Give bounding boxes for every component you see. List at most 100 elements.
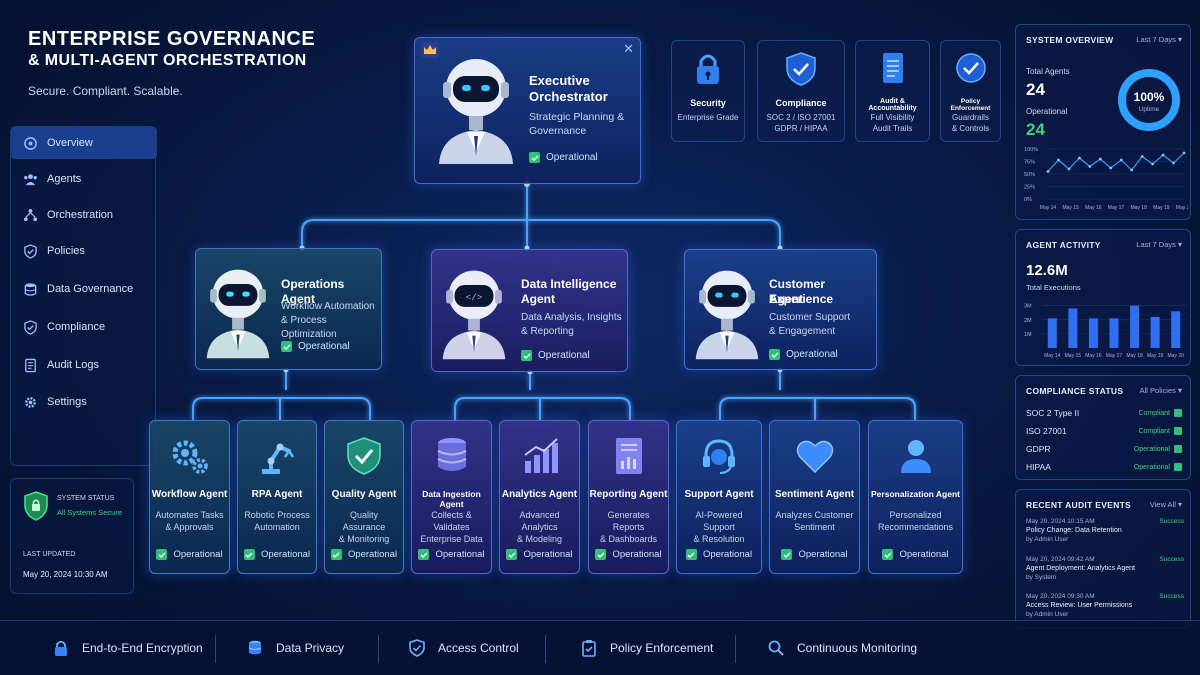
agent-title: Workflow Agent bbox=[151, 489, 228, 500]
rpa-agent-card[interactable]: RPA Agent Robotic Process Automation Oper… bbox=[237, 420, 317, 574]
bar bbox=[1171, 311, 1181, 348]
sidebar-item-compliance[interactable]: Compliance bbox=[11, 311, 157, 343]
footer-item-monitoring: Continuous Monitoring bbox=[767, 639, 917, 657]
time-range-select[interactable]: Last 7 Days ▾ bbox=[1136, 240, 1182, 249]
agent-title: RPA Agent bbox=[251, 489, 303, 500]
x-tick-label: May 14 bbox=[1044, 353, 1061, 359]
data-point bbox=[1067, 167, 1071, 171]
activity-value: 12.6M bbox=[1026, 262, 1068, 279]
audit-event[interactable]: May 20, 2024 10:15 AM Policy Change: Dat… bbox=[1026, 518, 1184, 543]
sidebar-item-agents[interactable]: Agents bbox=[11, 163, 157, 195]
footer-bar: End-to-End Encryption Data Privacy Acces… bbox=[0, 620, 1200, 675]
gear-icon bbox=[21, 393, 39, 411]
data-point bbox=[1172, 161, 1175, 165]
check-icon bbox=[1174, 445, 1182, 453]
sidebar-item-orchestration[interactable]: Orchestration bbox=[11, 199, 157, 231]
reporting-agent-card[interactable]: Reporting Agent Generates Reports & Dashb… bbox=[588, 420, 669, 574]
workflow-agent-card[interactable]: Workflow Agent Automates Tasks & Approval… bbox=[149, 420, 230, 574]
agent-title: Data Ingestion Agent bbox=[422, 489, 481, 509]
check-icon bbox=[1174, 463, 1182, 471]
agent-title-line2: Agent bbox=[769, 292, 803, 306]
shield-check-icon bbox=[786, 52, 816, 86]
status-badge: Operational bbox=[238, 549, 316, 560]
status-badge: Operational bbox=[281, 341, 350, 352]
total-agents-value: 24 bbox=[1026, 80, 1045, 99]
sidebar-item-data-governance[interactable]: Data Governance bbox=[11, 273, 157, 305]
x-tick-label: May 18 bbox=[1130, 205, 1147, 211]
operational-value: 24 bbox=[1026, 120, 1045, 139]
sidebar-item-overview[interactable]: Overview bbox=[11, 127, 157, 159]
sidebar-item-label: Agents bbox=[47, 173, 82, 185]
time-range-select[interactable]: Last 7 Days ▾ bbox=[1136, 35, 1182, 44]
agent-desc: Analyzes Customer Sentiment bbox=[775, 510, 854, 532]
check-icon bbox=[156, 549, 168, 560]
status-badge: Operational bbox=[770, 549, 859, 560]
personalization-agent-card[interactable]: Personalization Agent Personalized Recomm… bbox=[868, 420, 963, 574]
orchestrator-title-line1: Executive bbox=[529, 73, 590, 88]
x-tick-label: May 14 bbox=[1040, 205, 1057, 211]
data-point bbox=[1057, 158, 1060, 162]
shield-check-icon bbox=[21, 242, 39, 260]
lock-icon bbox=[697, 54, 719, 84]
data-point bbox=[1046, 170, 1050, 173]
x-tick-label: May 19 bbox=[1147, 353, 1164, 359]
audit-event[interactable]: May 20, 2024 09:30 AM Access Review: Use… bbox=[1026, 593, 1184, 618]
agent-desc-line2: & Engagement bbox=[769, 326, 836, 337]
data-point bbox=[1151, 162, 1155, 166]
activity-bar-chart: 3M 2M 1M May 14 May 15 May 16 May 17 May 18 May … bbox=[1024, 304, 1186, 359]
headset-icon bbox=[703, 439, 735, 474]
panel-title: AGENT ACTIVITY bbox=[1026, 240, 1101, 250]
shield-check-icon bbox=[347, 437, 381, 475]
system-status-label: SYSTEM STATUS bbox=[57, 495, 115, 502]
agent-desc: Generates Reports & Dashboards bbox=[599, 510, 658, 544]
support-agent-card[interactable]: Support Agent AI-Powered Support & Resolu… bbox=[676, 420, 762, 574]
sidebar-item-policies[interactable]: Policies bbox=[11, 235, 157, 267]
y-tick-label: 25% bbox=[1024, 185, 1035, 191]
quality-agent-card[interactable]: Quality Agent Quality Assurance & Monitor… bbox=[324, 420, 404, 574]
footer-item-privacy: Data Privacy bbox=[246, 639, 344, 657]
data-point bbox=[1119, 158, 1123, 162]
customer-experience-agent-card[interactable]: Customer Experience Agent Customer Suppo… bbox=[684, 249, 877, 370]
policy-filter-select[interactable]: All Policies ▾ bbox=[1140, 386, 1182, 395]
status-badge: Operational bbox=[500, 549, 579, 560]
close-icon[interactable]: ✕ bbox=[623, 41, 634, 57]
robot-avatar bbox=[695, 270, 759, 360]
footer-item-encryption: End-to-End Encryption bbox=[52, 639, 203, 657]
sidebar-item-label: Orchestration bbox=[47, 209, 114, 221]
robot-arm-icon bbox=[262, 443, 295, 474]
overview-icon bbox=[21, 134, 39, 152]
status-badge: Operational bbox=[412, 549, 491, 560]
agent-title: Personalization Agent bbox=[871, 489, 960, 499]
x-tick-label: May 18 bbox=[1126, 353, 1143, 359]
bar bbox=[1109, 318, 1119, 348]
y-tick-label: 75% bbox=[1024, 160, 1035, 166]
data-point bbox=[1088, 165, 1092, 168]
agent-title: Reporting Agent bbox=[589, 489, 668, 500]
analytics-agent-card[interactable]: Analytics Agent Advanced Analytics & Mode… bbox=[499, 420, 580, 574]
check-icon bbox=[882, 549, 894, 560]
data-point bbox=[1182, 151, 1186, 155]
feature-desc: SOC 2 / ISO 27001 GDPR / HIPAA bbox=[766, 113, 836, 133]
view-all-link[interactable]: View All ▾ bbox=[1150, 500, 1182, 509]
robot-avatar: </> bbox=[442, 270, 506, 360]
agent-title: Sentiment Agent bbox=[774, 489, 855, 500]
shield-check-icon bbox=[21, 318, 39, 336]
sidebar-item-audit-logs[interactable]: Audit Logs bbox=[11, 349, 157, 381]
check-icon bbox=[685, 549, 697, 560]
system-status-panel: SYSTEM STATUS All Systems Secure LAST UP… bbox=[10, 478, 134, 594]
sentiment-agent-card[interactable]: Sentiment Agent Analyzes Customer Sentime… bbox=[769, 420, 860, 574]
feature-title: Audit & Accountability bbox=[868, 98, 917, 112]
audit-event[interactable]: May 20, 2024 09:42 AM Agent Deployment: … bbox=[1026, 556, 1184, 581]
last-updated-value: May 20, 2024 10:30 AM bbox=[23, 570, 108, 579]
executive-orchestrator-card[interactable]: ✕ Executive Orchestrator Strategic Plann… bbox=[414, 37, 641, 184]
chevron-down-icon: ▾ bbox=[1177, 386, 1182, 395]
svg-text:</>: </> bbox=[466, 292, 483, 303]
operations-agent-card[interactable]: Operations Agent Workflow Automation & P… bbox=[195, 248, 382, 370]
sidebar-item-settings[interactable]: Settings bbox=[11, 386, 157, 418]
feature-title: Compliance bbox=[775, 98, 827, 108]
data-intelligence-agent-card[interactable]: </> Data Intelligence Agent Data Analysi… bbox=[431, 249, 628, 372]
status-badge: Operational bbox=[529, 152, 598, 163]
footer-item-policy: Policy Enforcement bbox=[580, 639, 713, 657]
data-ingestion-agent-card[interactable]: Data Ingestion Agent Collects & Validate… bbox=[411, 420, 492, 574]
compliance-row: GDPR Operational bbox=[1026, 440, 1182, 458]
